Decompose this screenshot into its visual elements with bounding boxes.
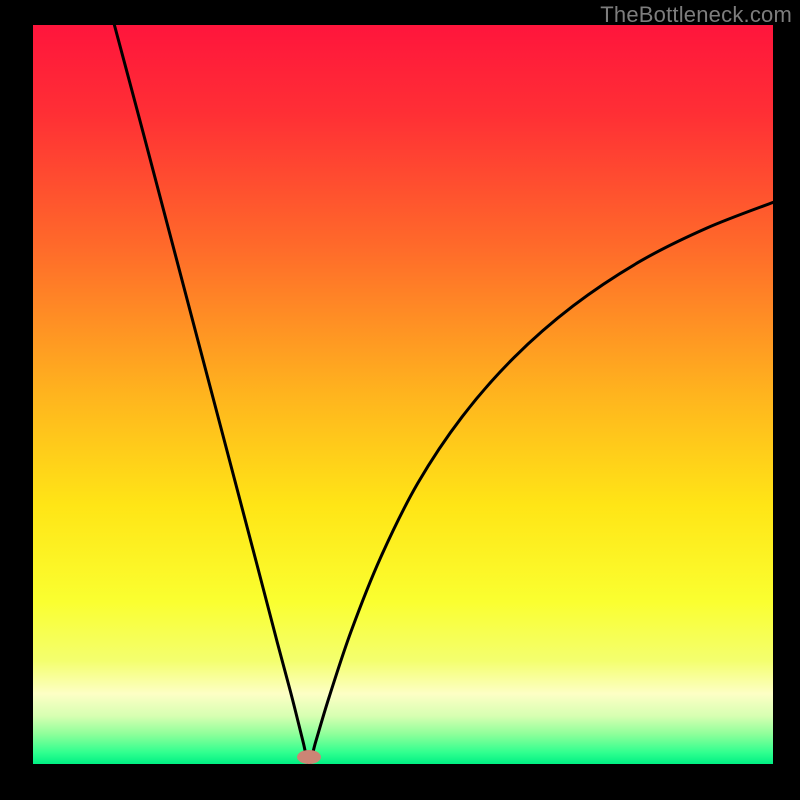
chart-frame: TheBottleneck.com [0, 0, 800, 800]
plot-area [33, 25, 773, 764]
optimum-marker [294, 747, 324, 764]
bottleneck-curve [33, 25, 773, 764]
watermark-text: TheBottleneck.com [600, 2, 792, 28]
